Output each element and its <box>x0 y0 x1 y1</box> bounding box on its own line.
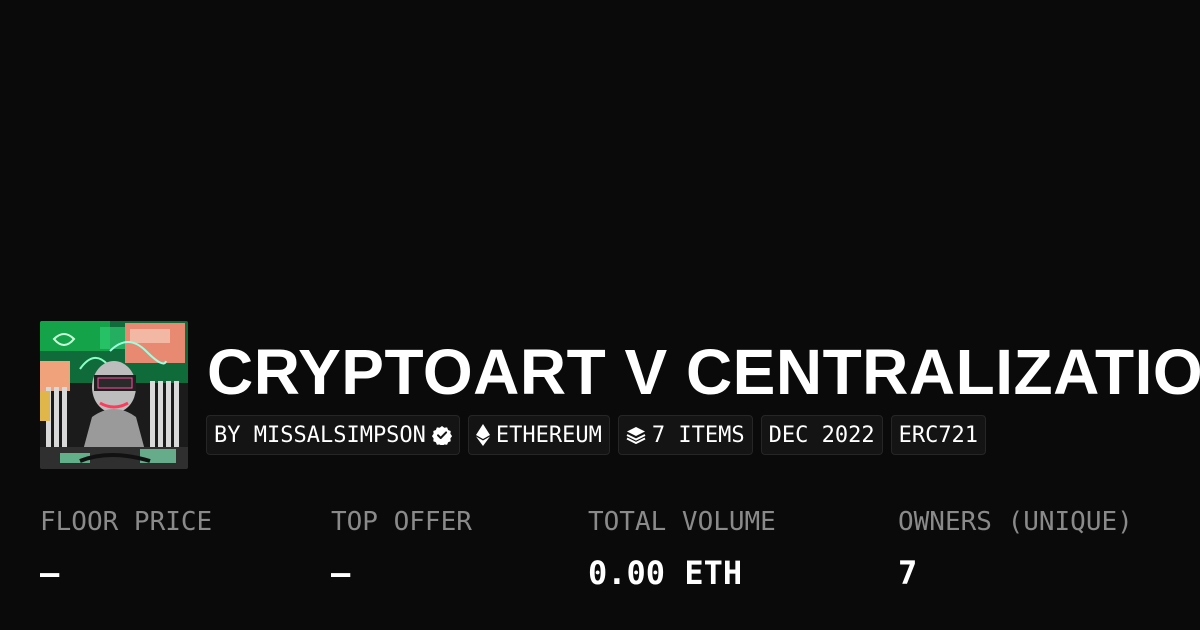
layers-icon <box>626 425 646 445</box>
stat-top-offer: TOP OFFER – <box>331 505 472 593</box>
stat-total-volume: TOTAL VOLUME 0.00 ETH <box>588 505 776 593</box>
collection-share-card: CRYPTOART V CENTRALIZATION BY MISSALSIMP… <box>0 0 1200 630</box>
ethereum-icon <box>475 424 490 446</box>
floor-price-label: FLOOR PRICE <box>40 507 213 537</box>
verified-badge-icon <box>431 425 452 445</box>
stat-owners: OWNERS (UNIQUE) 7 <box>898 505 1133 593</box>
creator-label: BY MISSALSIMPSON <box>214 422 426 448</box>
owners-value: 7 <box>898 554 918 592</box>
total-volume-value: 0.00 ETH <box>588 554 743 592</box>
standard-label: ERC721 <box>898 422 979 448</box>
top-offer-label: TOP OFFER <box>331 507 472 537</box>
floor-price-value: – <box>40 554 60 592</box>
owners-label: OWNERS (UNIQUE) <box>898 507 1133 537</box>
collection-meta-chips: BY MISSALSIMPSON ETHEREUM 7 ITEMS DEC 20… <box>206 415 987 455</box>
total-volume-label: TOTAL VOLUME <box>588 507 776 537</box>
stat-floor-price: FLOOR PRICE – <box>40 505 212 593</box>
chain-chip[interactable]: ETHEREUM <box>467 415 610 455</box>
top-offer-value: – <box>331 554 351 592</box>
items-label: 7 ITEMS <box>651 422 745 448</box>
date-chip: DEC 2022 <box>760 415 883 455</box>
collection-title: CRYPTOART V CENTRALIZATION <box>207 336 1200 408</box>
items-chip[interactable]: 7 ITEMS <box>617 415 753 455</box>
collection-thumbnail[interactable] <box>40 321 188 469</box>
standard-chip: ERC721 <box>890 415 987 455</box>
creator-chip[interactable]: BY MISSALSIMPSON <box>206 415 460 455</box>
collection-art-image <box>40 321 188 469</box>
date-label: DEC 2022 <box>768 422 875 448</box>
chain-label: ETHEREUM <box>495 422 602 448</box>
